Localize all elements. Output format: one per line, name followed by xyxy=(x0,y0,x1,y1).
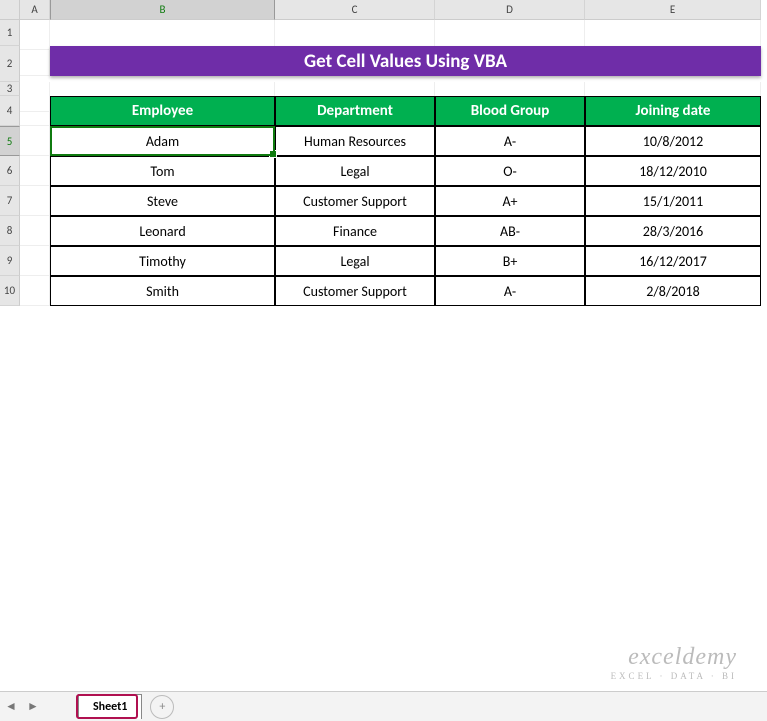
cell-c10[interactable]: Customer Support xyxy=(275,276,435,306)
row-header-4[interactable]: 4 xyxy=(0,96,20,126)
cell-e5[interactable]: 10/8/2012 xyxy=(585,126,761,156)
row-header-1[interactable]: 1 xyxy=(0,20,20,46)
watermark-sub: EXCEL · DATA · BI xyxy=(611,671,737,681)
cell-c9[interactable]: Legal xyxy=(275,246,435,276)
cell-b6[interactable]: Tom xyxy=(50,156,275,186)
cell-e8[interactable]: 28/3/2016 xyxy=(585,216,761,246)
header-blood-group[interactable]: Blood Group xyxy=(435,96,585,126)
cell-d5[interactable]: A- xyxy=(435,126,585,156)
cell-b9[interactable]: Timothy xyxy=(50,246,275,276)
cell-d10[interactable]: A- xyxy=(435,276,585,306)
cell-b8[interactable]: Leonard xyxy=(50,216,275,246)
cell-a2[interactable] xyxy=(20,46,50,76)
col-header-d[interactable]: D xyxy=(435,0,585,20)
watermark: exceldemy EXCEL · DATA · BI xyxy=(611,644,737,681)
col-header-c[interactable]: C xyxy=(275,0,435,20)
col-header-a[interactable]: A xyxy=(20,0,50,20)
cell-a9[interactable] xyxy=(20,246,50,276)
cells-area: Get Cell Values Using VBA Employee Depar… xyxy=(20,20,761,306)
row-header-3[interactable]: 3 xyxy=(0,82,20,96)
sheet-tab-bar: ◄ ► Sheet1 + xyxy=(0,691,767,721)
row-header-5[interactable]: 5 xyxy=(0,126,20,156)
row-header-6[interactable]: 6 xyxy=(0,156,20,186)
col-header-e[interactable]: E xyxy=(585,0,761,20)
cell-d8[interactable]: AB- xyxy=(435,216,585,246)
cell-e10[interactable]: 2/8/2018 xyxy=(585,276,761,306)
cell-e6[interactable]: 18/12/2010 xyxy=(585,156,761,186)
column-headers: A B C D E xyxy=(0,0,761,20)
cell-b10[interactable]: Smith xyxy=(50,276,275,306)
cell-e9[interactable]: 16/12/2017 xyxy=(585,246,761,276)
cell-c5[interactable]: Human Resources xyxy=(275,126,435,156)
cell-b5[interactable]: Adam xyxy=(50,126,275,156)
row-header-9[interactable]: 9 xyxy=(0,246,20,276)
cell-d9[interactable]: B+ xyxy=(435,246,585,276)
cell-a10[interactable] xyxy=(20,276,50,306)
cell-b7[interactable]: Steve xyxy=(50,186,275,216)
cell-c8[interactable]: Finance xyxy=(275,216,435,246)
row-header-7[interactable]: 7 xyxy=(0,186,20,216)
cell-a7[interactable] xyxy=(20,186,50,216)
cell-e7[interactable]: 15/1/2011 xyxy=(585,186,761,216)
watermark-brand: exceldemy xyxy=(611,644,737,671)
cell-a6[interactable] xyxy=(20,156,50,186)
select-all-corner[interactable] xyxy=(0,0,20,20)
plus-icon: + xyxy=(159,700,165,714)
cell-d6[interactable]: O- xyxy=(435,156,585,186)
cell-c7[interactable]: Customer Support xyxy=(275,186,435,216)
title-cell[interactable]: Get Cell Values Using VBA xyxy=(50,46,761,76)
row-header-10[interactable]: 10 xyxy=(0,276,20,306)
row-headers: 1 2 3 4 5 6 7 8 9 10 xyxy=(0,20,20,306)
cell-a5[interactable] xyxy=(20,126,50,156)
col-header-b[interactable]: B xyxy=(50,0,275,20)
tab-nav-prev[interactable]: ◄ xyxy=(0,699,22,714)
cell-c6[interactable]: Legal xyxy=(275,156,435,186)
tab-nav-next[interactable]: ► xyxy=(22,699,44,714)
row-header-8[interactable]: 8 xyxy=(0,216,20,246)
cell-a4[interactable] xyxy=(20,96,50,126)
cell-a8[interactable] xyxy=(20,216,50,246)
header-employee[interactable]: Employee xyxy=(50,96,275,126)
header-department[interactable]: Department xyxy=(275,96,435,126)
add-sheet-button[interactable]: + xyxy=(150,695,174,719)
header-joining-date[interactable]: Joining date xyxy=(585,96,761,126)
row-header-2[interactable]: 2 xyxy=(0,46,20,82)
sheet-tab-1[interactable]: Sheet1 xyxy=(78,694,142,719)
cell-d7[interactable]: A+ xyxy=(435,186,585,216)
